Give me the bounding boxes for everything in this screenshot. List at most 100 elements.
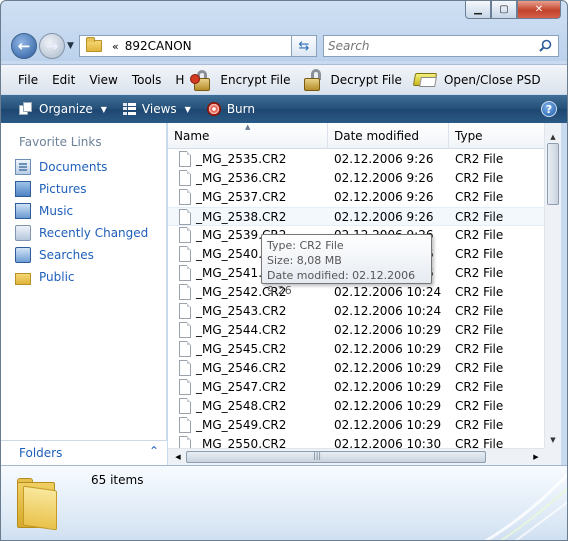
table-row[interactable]: _MG_2548.CR2 02.12.2006 10:29 CR2 File — [168, 397, 544, 416]
file-icon — [179, 189, 191, 205]
file-date: 02.12.2006 10:29 — [334, 342, 442, 356]
menu-edit[interactable]: Edit — [45, 65, 82, 95]
search-icon[interactable] — [539, 39, 552, 52]
address-path[interactable]: 892CANON — [125, 39, 192, 53]
address-bar[interactable]: « 892CANON ▼ — [79, 35, 315, 57]
table-row[interactable]: _MG_2538.CR2 02.12.2006 9:26 CR2 File — [168, 207, 544, 226]
file-name: _MG_2549.CR2 — [196, 418, 287, 432]
address-overflow-chevron[interactable]: « — [112, 40, 119, 53]
folders-toggle[interactable]: Folders ⌃ — [1, 440, 167, 465]
table-row[interactable]: _MG_2544.CR2 02.12.2006 10:29 CR2 File — [168, 321, 544, 340]
address-row: ← → ▼ « 892CANON ▼ ⇆ — [1, 31, 567, 61]
file-type: CR2 File — [455, 304, 504, 318]
chevron-up-icon: ⌃ — [148, 444, 159, 458]
table-row[interactable]: _MG_2543.CR2 02.12.2006 10:24 CR2 File — [168, 302, 544, 321]
minimize-button[interactable]: ▁ — [465, 1, 491, 19]
file-info-tooltip: Type: CR2 File Size: 8,08 MB Date modifi… — [261, 234, 432, 297]
folders-label: Folders — [19, 446, 63, 460]
file-date: 02.12.2006 10:29 — [334, 361, 442, 375]
nav-item-pictures[interactable]: Pictures — [15, 179, 87, 199]
views-label: Views — [141, 102, 177, 116]
command-bar: Organize ▼ Views ▼ Burn ? — [1, 95, 567, 123]
open-close-psd-label: Open/Close PSD — [443, 72, 541, 87]
file-name: _MG_2537.CR2 — [196, 190, 287, 204]
forward-button[interactable]: → — [39, 33, 65, 59]
forward-arrow-icon: → — [45, 37, 59, 55]
file-name: _MG_2535.CR2 — [196, 152, 287, 166]
horizontal-scrollbar[interactable]: ◀ ||| ▶ — [168, 448, 544, 465]
search-input[interactable] — [324, 36, 524, 56]
back-arrow-icon: ← — [17, 37, 31, 55]
maximize-button[interactable]: ▢ — [491, 1, 517, 19]
item-count: 65 items — [91, 473, 144, 487]
nav-item-label: Pictures — [39, 182, 87, 196]
scroll-down-arrow[interactable]: ▼ — [545, 432, 561, 448]
file-name: _MG_2545.CR2 — [196, 342, 287, 356]
vertical-scroll-thumb[interactable] — [547, 143, 559, 205]
nav-item-music[interactable]: Music — [15, 201, 73, 221]
file-icon — [179, 398, 191, 414]
nav-item-recently-changed[interactable]: Recently Changed — [15, 223, 148, 243]
file-name: _MG_2543.CR2 — [196, 304, 287, 318]
help-icon[interactable]: ? — [541, 101, 557, 117]
file-icon — [179, 246, 191, 262]
file-type: CR2 File — [455, 361, 504, 375]
close-button[interactable]: ✕ — [517, 1, 561, 19]
organize-label: Organize — [39, 102, 93, 116]
file-name: _MG_2547.CR2 — [196, 380, 287, 394]
menu-bar: File Edit View Tools H Encrypt File Decr… — [1, 64, 567, 94]
refresh-button[interactable]: ⇆ — [291, 35, 317, 57]
table-row[interactable]: _MG_2545.CR2 02.12.2006 10:29 CR2 File — [168, 340, 544, 359]
column-type-label: Type — [455, 129, 483, 143]
nav-item-public[interactable]: Public — [15, 267, 75, 287]
decrypt-file-label: Decrypt File — [330, 72, 402, 87]
public-folder-icon — [15, 272, 31, 285]
table-row[interactable]: _MG_2547.CR2 02.12.2006 10:29 CR2 File — [168, 378, 544, 397]
table-row[interactable]: _MG_2536.CR2 02.12.2006 9:26 CR2 File — [168, 169, 544, 188]
file-type: CR2 File — [455, 418, 504, 432]
nav-item-documents[interactable]: Documents — [15, 157, 107, 177]
burn-button[interactable]: Burn — [199, 95, 263, 123]
music-icon — [15, 203, 31, 219]
nav-item-label: Recently Changed — [39, 226, 149, 240]
table-row[interactable]: _MG_2535.CR2 02.12.2006 9:26 CR2 File — [168, 150, 544, 169]
decrypt-file-button[interactable]: Decrypt File — [296, 65, 407, 95]
tooltip-type: Type: CR2 File — [267, 239, 344, 252]
file-type: CR2 File — [455, 342, 504, 356]
file-type: CR2 File — [455, 323, 504, 337]
scroll-right-arrow[interactable]: ▶ — [528, 449, 544, 465]
menu-view[interactable]: View — [82, 65, 124, 95]
pictures-icon — [15, 181, 31, 197]
organize-button[interactable]: Organize ▼ — [11, 95, 115, 123]
column-header-date[interactable]: Date modified — [328, 123, 449, 149]
nav-item-searches[interactable]: Searches — [15, 245, 94, 265]
menu-help[interactable]: H — [168, 65, 186, 95]
recent-pages-dropdown[interactable]: ▼ — [67, 41, 74, 51]
open-close-psd-button[interactable]: Open/Close PSD — [408, 65, 547, 95]
horizontal-scroll-thumb[interactable] — [186, 451, 486, 463]
file-icon — [179, 360, 191, 376]
chevron-down-icon: ▼ — [100, 104, 107, 114]
table-row[interactable]: _MG_2546.CR2 02.12.2006 10:29 CR2 File — [168, 359, 544, 378]
column-header-type[interactable]: Type — [449, 123, 544, 149]
table-row[interactable]: _MG_2537.CR2 02.12.2006 9:26 CR2 File — [168, 188, 544, 207]
file-icon — [179, 227, 191, 243]
searches-icon — [15, 247, 31, 263]
details-pane: 65 items — [1, 465, 567, 540]
file-type: CR2 File — [455, 247, 504, 261]
encrypt-file-button[interactable]: Encrypt File — [186, 65, 296, 95]
scroll-left-arrow[interactable]: ◀ — [170, 449, 186, 465]
disc-icon — [206, 102, 221, 116]
search-box[interactable] — [323, 35, 559, 57]
views-button[interactable]: Views ▼ — [115, 95, 199, 123]
menu-file[interactable]: File — [11, 65, 45, 95]
file-name: _MG_2548.CR2 — [196, 399, 287, 413]
table-row[interactable]: _MG_2549.CR2 02.12.2006 10:29 CR2 File — [168, 416, 544, 435]
back-button[interactable]: ← — [11, 33, 37, 59]
file-date: 02.12.2006 10:24 — [334, 304, 442, 318]
menu-tools[interactable]: Tools — [125, 65, 169, 95]
encrypt-file-label: Encrypt File — [220, 72, 291, 87]
file-icon — [179, 265, 191, 281]
navigation-pane: Favorite Links Documents Pictures Music … — [1, 123, 167, 465]
vertical-scrollbar[interactable]: ▲ ▼ — [544, 123, 561, 448]
